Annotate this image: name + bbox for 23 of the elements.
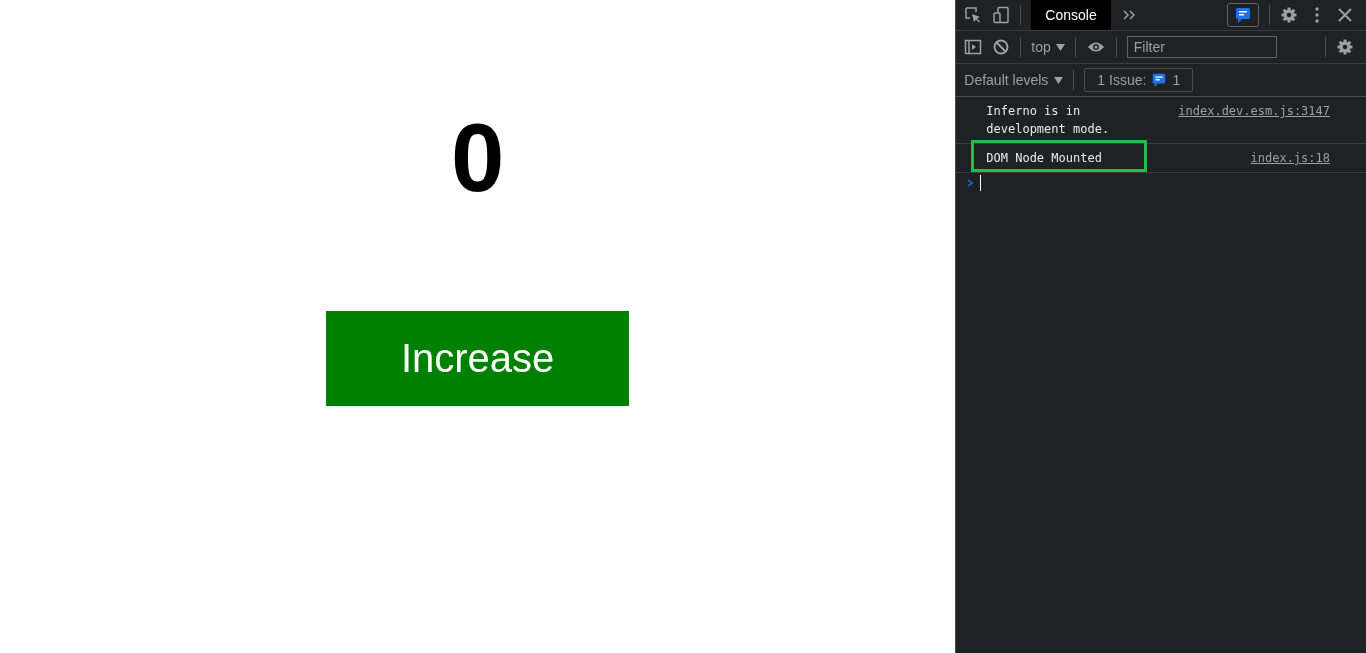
issues-button[interactable]: 1 Issue: 1	[1084, 68, 1194, 92]
inspect-element-icon[interactable]	[964, 6, 983, 24]
settings-icon[interactable]	[1280, 6, 1298, 24]
console-message: Inferno is in development mode.	[986, 103, 1111, 138]
source-link[interactable]: index.dev.esm.js:3147	[1178, 102, 1330, 138]
source-link[interactable]: index.js:18	[1250, 149, 1330, 167]
close-icon[interactable]	[1336, 6, 1354, 24]
clear-console-icon[interactable]	[992, 38, 1011, 56]
device-toolbar-icon[interactable]	[992, 6, 1011, 24]
console-tab[interactable]: Console	[1031, 0, 1111, 30]
issue-message-icon	[1151, 72, 1168, 88]
issues-icon[interactable]	[1227, 3, 1259, 27]
dropdown-caret-icon	[1055, 43, 1065, 51]
log-levels-dropdown[interactable]: Default levels	[964, 72, 1064, 88]
sidebar-toggle-icon[interactable]	[964, 38, 983, 56]
filter-field[interactable]: Filter	[1126, 36, 1277, 58]
console-message: DOM Node Mounted	[986, 150, 1103, 167]
prompt-chevron-icon[interactable]	[966, 177, 975, 189]
increase-button[interactable]: Increase	[326, 311, 630, 406]
dropdown-caret-icon	[1054, 76, 1064, 84]
settings-icon[interactable]	[1336, 38, 1354, 56]
context-selector[interactable]: top	[1031, 39, 1065, 55]
counter-value: 0	[449, 110, 506, 206]
